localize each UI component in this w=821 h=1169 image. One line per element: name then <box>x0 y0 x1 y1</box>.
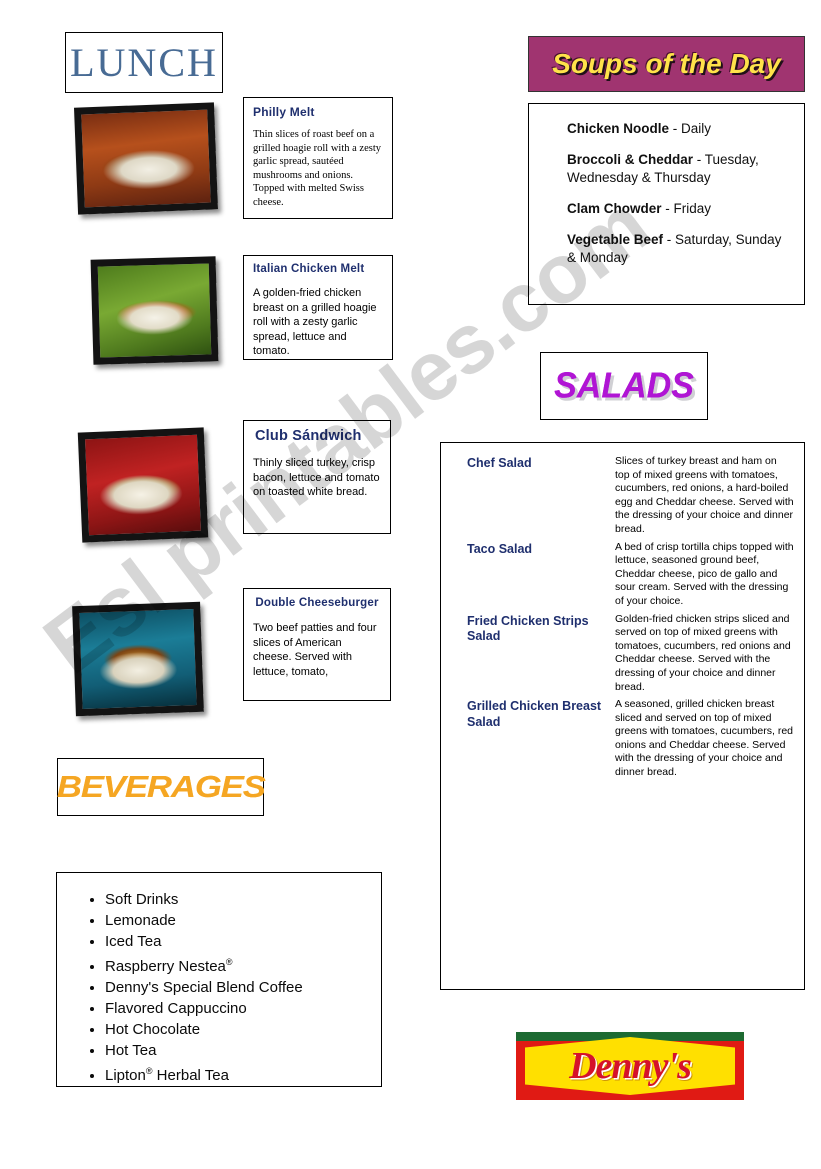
salad-row: Fried Chicken Strips Salad Golden-fried … <box>467 613 794 695</box>
soup-name: Vegetable Beef <box>567 232 664 247</box>
beverages-list: Soft Drinks Lemonade Iced Tea Raspberry … <box>56 872 382 1087</box>
beverage-label: Raspberry Nestea <box>105 958 226 975</box>
beverage-label: Hot Tea <box>105 1042 157 1059</box>
beverage-label: Lipton <box>105 1067 146 1084</box>
salad-row: Taco Salad A bed of crisp tortilla chips… <box>467 541 794 609</box>
list-item: Lipton® Herbal Tea <box>105 1061 371 1086</box>
menu-item-title: Club Sándwich <box>255 428 362 444</box>
double-cheeseburger-photo <box>72 601 204 717</box>
menu-item-title: Italian Chicken Melt <box>253 263 365 275</box>
soup-name: Chicken Noodle <box>567 121 670 136</box>
salad-description: Slices of turkey breast and ham on top o… <box>615 455 794 535</box>
beverage-label: Iced Tea <box>105 933 162 950</box>
menu-item-description: A golden-fried chicken breast on a grill… <box>253 287 377 357</box>
menu-item-double-cheeseburger: Double Cheeseburger Two beef patties and… <box>243 588 391 701</box>
beverage-label: Denny's Special Blend Coffee <box>105 979 303 996</box>
soup-row: Clam Chowder - Friday <box>567 200 792 218</box>
salad-name: Fried Chicken Strips Salad <box>467 613 589 644</box>
salads-header-label: SALADS <box>554 365 694 406</box>
menu-item-description: Two beef patties and four slices of Amer… <box>253 622 377 678</box>
salad-name: Taco Salad <box>467 541 533 556</box>
soup-row: Broccoli & Cheddar - Tuesday, Wednesday … <box>567 151 792 187</box>
salad-row: Chef Salad Slices of turkey breast and h… <box>467 455 794 537</box>
salad-name: Chef Salad <box>467 456 532 470</box>
soups-header-label: Soups of the Day <box>552 48 781 79</box>
italian-chicken-melt-photo <box>90 256 219 365</box>
dennys-logo-plate: Denny's <box>525 1037 735 1095</box>
beverage-label: Lemonade <box>105 912 176 929</box>
soup-row: Vegetable Beef - Saturday, Sunday & Mond… <box>567 231 792 267</box>
salads-section-header: SALADS <box>540 352 708 420</box>
list-item: Lemonade <box>105 910 371 931</box>
registered-trademark-icon: ® <box>145 1066 153 1076</box>
soups-section-header: Soups of the Day <box>528 36 805 92</box>
registered-trademark-icon: ® <box>225 957 233 967</box>
menu-item-description: Thinly sliced turkey, crisp bacon, lettu… <box>253 457 380 498</box>
lunch-section-header: LUNCH <box>65 32 223 93</box>
beverage-label: Soft Drinks <box>105 891 179 908</box>
salads-list: Chef Salad Slices of turkey breast and h… <box>440 442 805 990</box>
list-item: Denny's Special Blend Coffee <box>105 977 371 998</box>
philly-melt-photo <box>73 102 219 215</box>
soup-row: Chicken Noodle - Daily <box>567 120 792 138</box>
soup-name: Clam Chowder <box>567 201 662 216</box>
list-item: Iced Tea <box>105 931 371 952</box>
beverages-ul: Soft Drinks Lemonade Iced Tea Raspberry … <box>67 889 371 1086</box>
list-item: Hot Tea <box>105 1040 371 1061</box>
soup-days: - Friday <box>661 201 712 216</box>
menu-item-description: Thin slices of roast beef on a grilled h… <box>253 129 382 208</box>
beverage-label-suffix: Herbal Tea <box>152 1067 229 1084</box>
menu-item-title: Philly Melt <box>253 105 315 119</box>
list-item: Flavored Cappuccino <box>105 998 371 1019</box>
beverages-section-header: BEVERAGES <box>56 758 266 816</box>
salad-description: A bed of crisp tortilla chips topped wit… <box>615 540 794 607</box>
soup-days: - Daily <box>669 121 712 136</box>
dennys-logo: Denny's <box>516 1032 744 1100</box>
list-item: Hot Chocolate <box>105 1019 371 1040</box>
menu-item-title: Double Cheeseburger <box>255 597 379 609</box>
menu-item-italian-chicken-melt: Italian Chicken Melt A golden-fried chic… <box>243 255 393 360</box>
soup-name: Broccoli & Cheddar <box>567 152 694 167</box>
salad-description: Golden-fried chicken strips sliced and s… <box>615 612 791 693</box>
lunch-header-label: LUNCH <box>70 40 218 85</box>
beverages-header-label: BEVERAGES <box>56 769 266 804</box>
list-item: Raspberry Nestea® <box>105 952 371 977</box>
club-sandwich-photo <box>77 427 209 543</box>
beverage-label: Flavored Cappuccino <box>105 1000 247 1017</box>
beverage-label: Hot Chocolate <box>105 1021 201 1038</box>
menu-item-club-sandwich: Club Sándwich Thinly sliced turkey, cris… <box>243 420 391 534</box>
salad-description: A seasoned, grilled chicken breast slice… <box>615 698 793 779</box>
soups-list: Chicken Noodle - Daily Broccoli & Chedda… <box>528 103 805 305</box>
salad-name: Grilled Chicken Breast Salad <box>467 699 602 729</box>
salad-row: Grilled Chicken Breast Salad A seasoned,… <box>467 698 794 780</box>
menu-item-philly-melt: Philly Melt Thin slices of roast beef on… <box>243 97 393 219</box>
dennys-logo-text: Denny's <box>569 1045 692 1087</box>
list-item: Soft Drinks <box>105 889 371 910</box>
